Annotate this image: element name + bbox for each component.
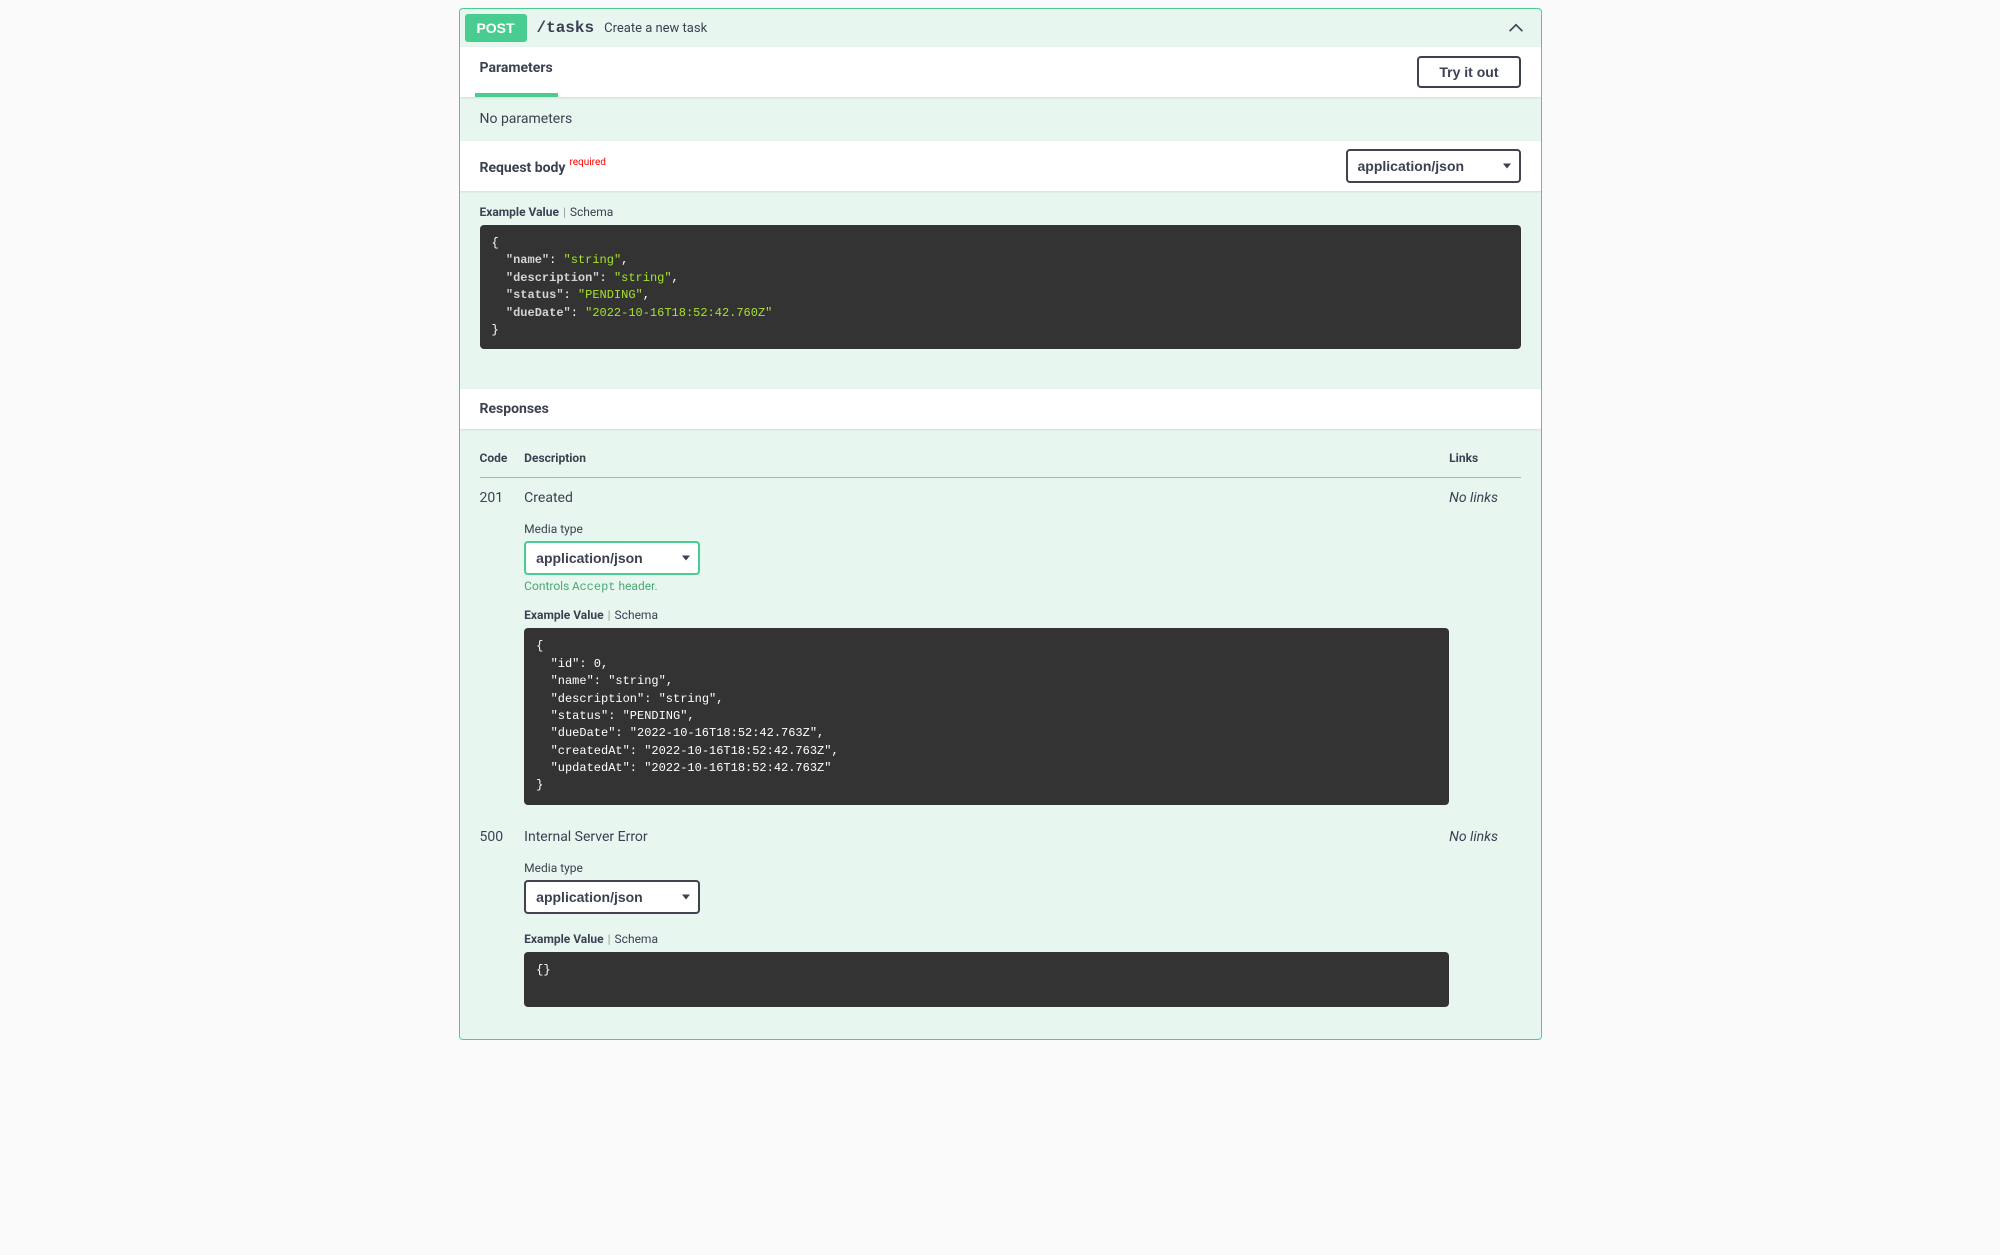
parameters-header: Parameters Try it out <box>460 47 1541 97</box>
response-row: 201Created Media type application/json Cont… <box>480 478 1521 817</box>
request-body-title: Request body <box>480 160 566 176</box>
tab-parameters-label: Parameters <box>480 60 553 76</box>
tab-separator: | <box>608 608 611 622</box>
tab-schema[interactable]: Schema <box>615 932 658 946</box>
responses-body: Code Description Links 201Created Media t… <box>460 429 1541 1039</box>
tab-example-value[interactable]: Example Value <box>524 608 603 622</box>
opblock-body: Parameters Try it out No parameters Requ… <box>460 47 1541 1039</box>
tab-schema[interactable]: Schema <box>615 608 658 622</box>
request-body-header: Request bodyrequired application/json <box>460 141 1541 191</box>
response-content-type-select-wrap: application/json <box>524 541 700 575</box>
response-description: Created <box>524 490 1449 506</box>
tab-example-value[interactable]: Example Value <box>480 205 559 219</box>
tab-example-value[interactable]: Example Value <box>524 932 603 946</box>
endpoint-path: /tasks <box>537 19 595 37</box>
tab-separator: | <box>608 932 611 946</box>
response-row: 500Internal Server Error Media type applic… <box>480 817 1521 1019</box>
response-links: No links <box>1449 817 1520 1019</box>
response-example: {} <box>524 952 1449 1007</box>
endpoint-summary: Create a new task <box>604 21 1505 36</box>
response-code: 500 <box>480 817 525 1019</box>
responses-table: Code Description Links 201Created Media t… <box>480 443 1521 1019</box>
tab-schema[interactable]: Schema <box>570 205 613 219</box>
response-content-type-select[interactable]: application/json <box>524 541 700 575</box>
response-description-cell: Internal Server Error Media type applicati… <box>524 817 1449 1019</box>
accept-header-note: Controls Accept header. <box>524 579 1449 594</box>
request-body-example: { "name": "string", "description": "stri… <box>480 225 1521 349</box>
http-method-badge: POST <box>465 14 527 42</box>
required-badge: required <box>565 157 605 168</box>
response-links: No links <box>1449 478 1520 817</box>
request-body-tabs: Example Value | Schema <box>480 205 1521 219</box>
content-type-select-wrap: application/json <box>1346 149 1521 183</box>
col-links-header: Links <box>1449 443 1520 478</box>
col-code-header: Code <box>480 443 525 478</box>
media-type-label: Media type <box>524 861 1449 875</box>
no-parameters-text: No parameters <box>460 97 1541 141</box>
request-body-section: Example Value | Schema { "name": "string",… <box>460 191 1541 389</box>
response-description-cell: Created Media type application/json Control… <box>524 478 1449 817</box>
request-content-type-select[interactable]: application/json <box>1346 149 1521 183</box>
col-description-header: Description <box>524 443 1449 478</box>
response-example-tabs: Example Value | Schema <box>524 932 1449 946</box>
response-code: 201 <box>480 478 525 817</box>
response-example-tabs: Example Value | Schema <box>524 608 1449 622</box>
response-description: Internal Server Error <box>524 829 1449 845</box>
tab-separator: | <box>563 205 566 219</box>
opblock-post: POST /tasks Create a new task Parameters… <box>459 8 1542 1040</box>
response-example: { "id": 0, "name": "string", "descriptio… <box>524 628 1449 805</box>
response-content-type-select-wrap: application/json <box>524 880 700 914</box>
try-it-out-button[interactable]: Try it out <box>1417 56 1520 88</box>
opblock-summary[interactable]: POST /tasks Create a new task <box>460 9 1541 47</box>
response-content-type-select[interactable]: application/json <box>524 880 700 914</box>
tab-parameters[interactable]: Parameters <box>480 60 553 84</box>
responses-header: Responses <box>460 389 1541 429</box>
chevron-up-icon[interactable] <box>1506 18 1526 38</box>
tab-underline <box>475 93 558 97</box>
media-type-label: Media type <box>524 522 1449 536</box>
